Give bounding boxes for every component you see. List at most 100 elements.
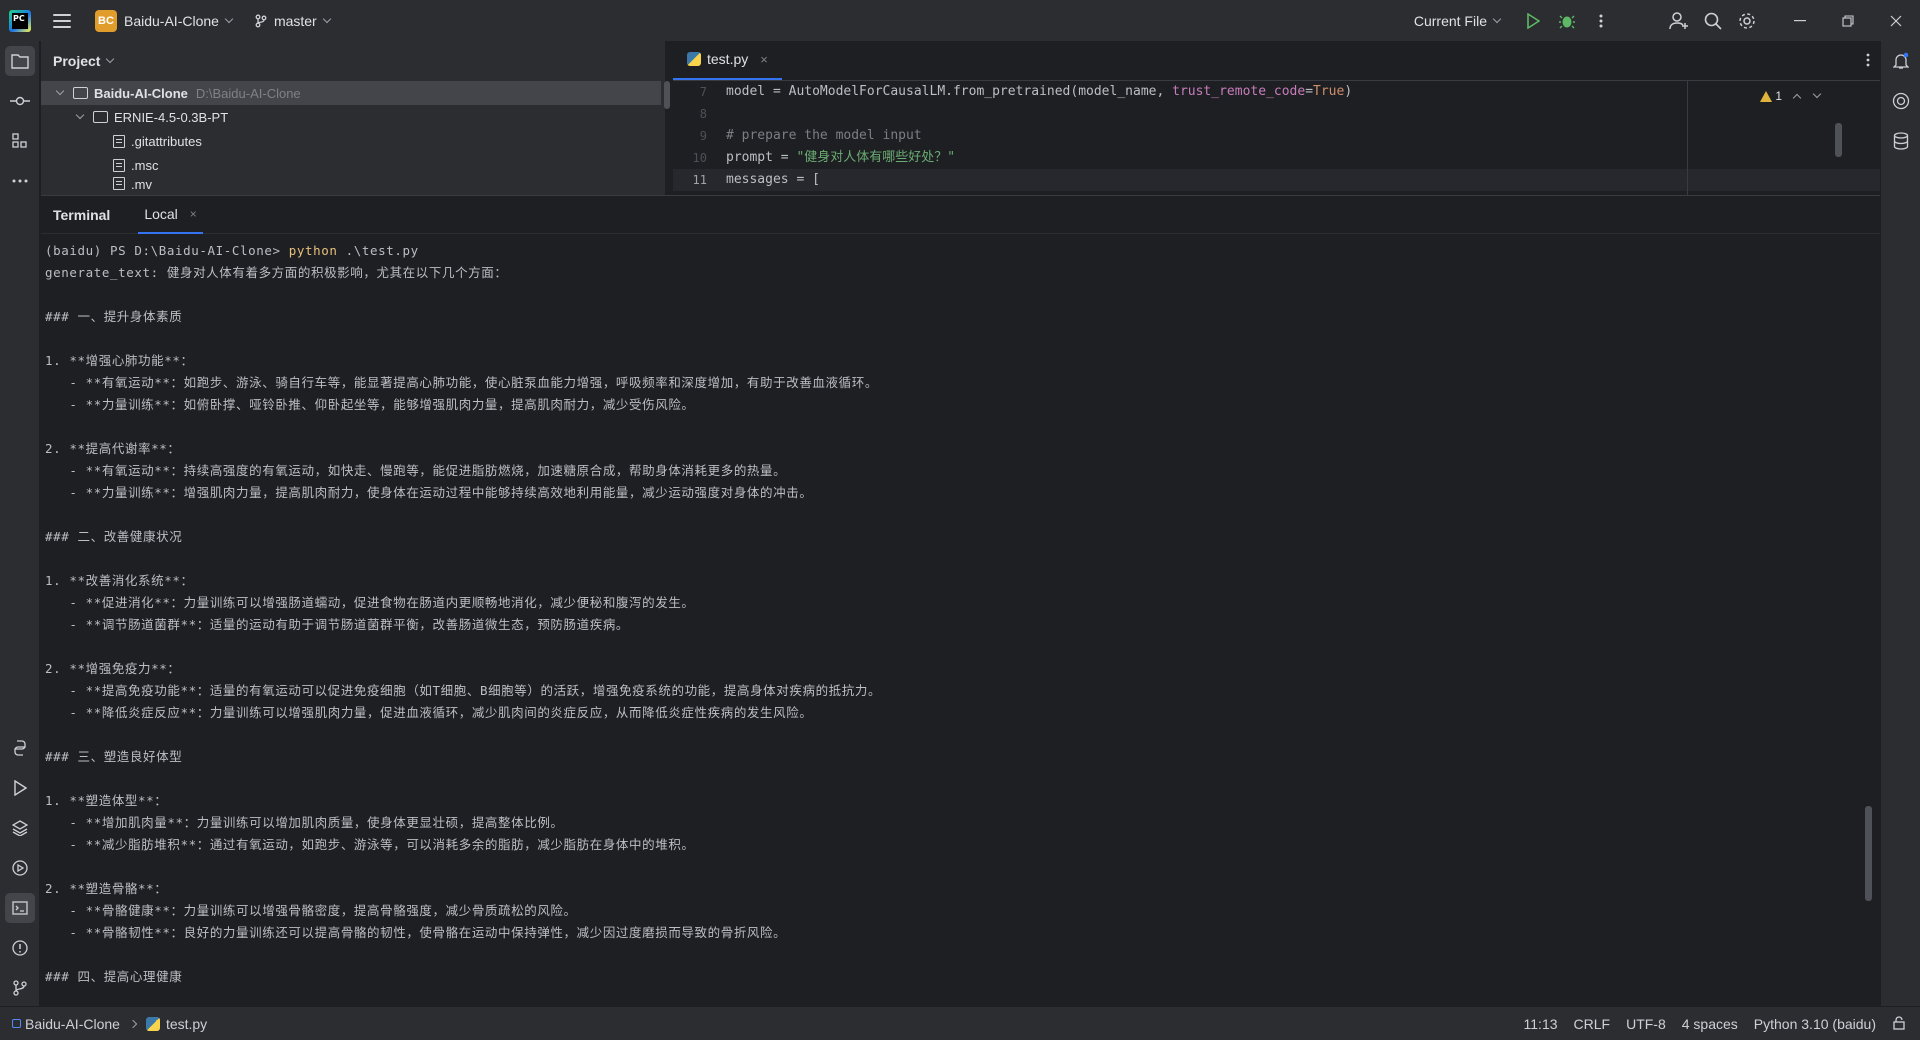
code-line[interactable]: 8 — [673, 103, 1880, 125]
right-tool-strip — [1880, 41, 1920, 1006]
more-tools-icon[interactable] — [5, 166, 35, 196]
layers-icon[interactable] — [5, 813, 35, 843]
terminal-line: ### 一、提升身体素质 — [45, 309, 183, 324]
code-line[interactable]: 10 prompt = "健身对人体有哪些好处？" — [673, 147, 1880, 169]
terminal-tab-local[interactable]: Local × — [138, 196, 203, 234]
database-icon[interactable] — [1886, 126, 1916, 156]
terminal-line: 1. **增强心肺功能**： — [45, 353, 194, 368]
project-tool-icon[interactable] — [5, 46, 35, 76]
minimize-button[interactable] — [1776, 0, 1824, 41]
close-window-button[interactable] — [1872, 0, 1920, 41]
breadcrumb-file[interactable]: test.py — [166, 1016, 207, 1032]
code-line[interactable]: 11 messages = [ — [673, 169, 1880, 191]
editor-scrollbar[interactable] — [1835, 123, 1842, 157]
close-tab-icon[interactable]: × — [190, 207, 197, 221]
branch-switcher[interactable]: master — [274, 13, 317, 29]
notifications-bell-icon[interactable] — [1886, 46, 1916, 76]
tree-item-folder[interactable]: ERNIE-4.5-0.3B-PT — [41, 105, 665, 129]
debug-icon[interactable] — [1550, 4, 1584, 38]
terminal-tool-icon[interactable] — [5, 893, 35, 923]
terminal-line: ### 四、提高心理健康 — [45, 969, 183, 984]
project-switcher[interactable]: Baidu-AI-Clone — [124, 13, 219, 29]
terminal-output[interactable]: (baidu) PS D:\Baidu-AI-Clone> python .\t… — [45, 240, 1875, 1005]
restore-button[interactable] — [1824, 0, 1872, 41]
run-icon[interactable] — [1516, 4, 1550, 38]
folder-icon — [93, 111, 108, 123]
editor-more-icon[interactable] — [1866, 53, 1870, 70]
python-packages-icon[interactable] — [5, 733, 35, 763]
code-editor[interactable]: 7 model = AutoModelForCausalLM.from_pretr… — [673, 81, 1880, 195]
git-branch-icon[interactable] — [254, 14, 268, 28]
project-badge[interactable]: BC — [95, 9, 117, 32]
terminal-line: - **调节肠道菌群**：适量的运动有助于调节肠道菌群平衡，改善肠道微生态，预防… — [45, 617, 630, 632]
run-config-selector[interactable]: Current File — [1414, 13, 1502, 29]
tree-item-file[interactable]: .msc — [41, 153, 665, 177]
problems-icon[interactable] — [5, 933, 35, 963]
folder-icon — [73, 87, 88, 99]
terminal-line: - **力量训练**：增强肌肉力量，提高肌肉耐力，使身体在运动过程中能够持续高效… — [45, 485, 813, 500]
tree-item-file[interactable]: .mv — [41, 177, 665, 191]
chevron-down-icon[interactable] — [224, 14, 234, 23]
line-number: 7 — [699, 85, 707, 99]
editor-tab-test-py[interactable]: test.py × — [673, 40, 782, 80]
file-encoding[interactable]: UTF-8 — [1626, 1016, 1666, 1032]
code-line[interactable]: 7 model = AutoModelForCausalLM.from_pretr… — [673, 81, 1880, 103]
terminal-line: 1. **塑造体型**： — [45, 793, 168, 808]
close-tab-icon[interactable]: × — [760, 52, 768, 67]
indent-setting[interactable]: 4 spaces — [1682, 1016, 1738, 1032]
editor-area: test.py × 7 model = AutoModelForCausalLM.… — [673, 41, 1880, 195]
status-bar: Baidu-AI-Clone test.py 11:13 CRLF UTF-8 … — [0, 1006, 1920, 1040]
terminal-title: Terminal — [53, 206, 111, 223]
terminal-line: - **骨骼韧性**：良好的力量训练还可以提高骨骼的韧性，使骨骼在运动中保持弹性… — [45, 925, 787, 940]
main-menu-icon[interactable] — [53, 13, 71, 28]
terminal-line: - **有氧运动**：如跑步、游泳、骑自行车等，能显著提高心肺功能，使心脏泵血能… — [45, 375, 878, 390]
services-icon[interactable] — [5, 853, 35, 883]
chevron-down-icon[interactable] — [75, 110, 85, 120]
python-interpreter[interactable]: Python 3.10 (baidu) — [1754, 1016, 1876, 1032]
terminal-tabs: Terminal Local × — [41, 196, 1880, 234]
terminal-line: - **增加肌肉量**：力量训练可以增加肌肉质量，使身体更显壮硕，提高整体比例。 — [45, 815, 564, 830]
ai-assistant-icon[interactable] — [1886, 86, 1916, 116]
title-bar: PC BC Baidu-AI-Clone master Current File — [0, 0, 1920, 41]
git-tool-icon[interactable] — [5, 973, 35, 1003]
tree-item-root[interactable]: Baidu-AI-Clone D:\Baidu-AI-Clone — [41, 81, 661, 105]
settings-gear-icon[interactable] — [1730, 4, 1764, 38]
breadcrumb: Baidu-AI-Clone test.py — [12, 1016, 207, 1032]
text-file-icon — [113, 177, 125, 190]
chevron-down-icon[interactable] — [55, 86, 65, 96]
add-user-icon[interactable] — [1662, 4, 1696, 38]
run-tool-icon[interactable] — [5, 773, 35, 803]
search-icon[interactable] — [1696, 4, 1730, 38]
code-line[interactable]: 9 # prepare the model input — [673, 125, 1880, 147]
line-number: 11 — [692, 173, 707, 187]
project-scrollbar[interactable] — [664, 81, 670, 109]
terminal-line: 1. **改善消化系统**： — [45, 573, 194, 588]
structure-tool-icon[interactable] — [5, 126, 35, 156]
commit-tool-icon[interactable] — [5, 86, 35, 116]
terminal-line: generate_text: 健身对人体有着多方面的积极影响，尤其在以下几个方面… — [45, 265, 508, 280]
lock-icon[interactable] — [1892, 1015, 1906, 1033]
terminal-line: ### 三、塑造良好体型 — [45, 749, 183, 764]
chevron-down-icon[interactable] — [1812, 89, 1822, 99]
project-panel-header[interactable]: Project — [41, 41, 665, 81]
terminal-line: - **有氧运动**：持续高强度的有氧运动，如快走、慢跑等，能促进脂肪燃烧，加速… — [45, 463, 787, 478]
terminal-line: ### 二、改善健康状况 — [45, 529, 183, 544]
caret-position[interactable]: 11:13 — [1524, 1016, 1558, 1032]
tree-item-file[interactable]: .gitattributes — [41, 129, 665, 153]
inspection-widget[interactable]: 1 — [1760, 89, 1822, 103]
terminal-scrollbar[interactable] — [1865, 806, 1872, 901]
code-text: prompt = "健身对人体有哪些好处？" — [726, 150, 956, 165]
breadcrumb-project[interactable]: Baidu-AI-Clone — [25, 1016, 120, 1032]
chevron-down-icon[interactable] — [322, 14, 331, 23]
python-file-icon — [145, 1016, 160, 1031]
more-vertical-icon[interactable] — [1584, 4, 1618, 38]
line-separator[interactable]: CRLF — [1574, 1016, 1611, 1032]
chevron-up-icon[interactable] — [1792, 93, 1802, 103]
